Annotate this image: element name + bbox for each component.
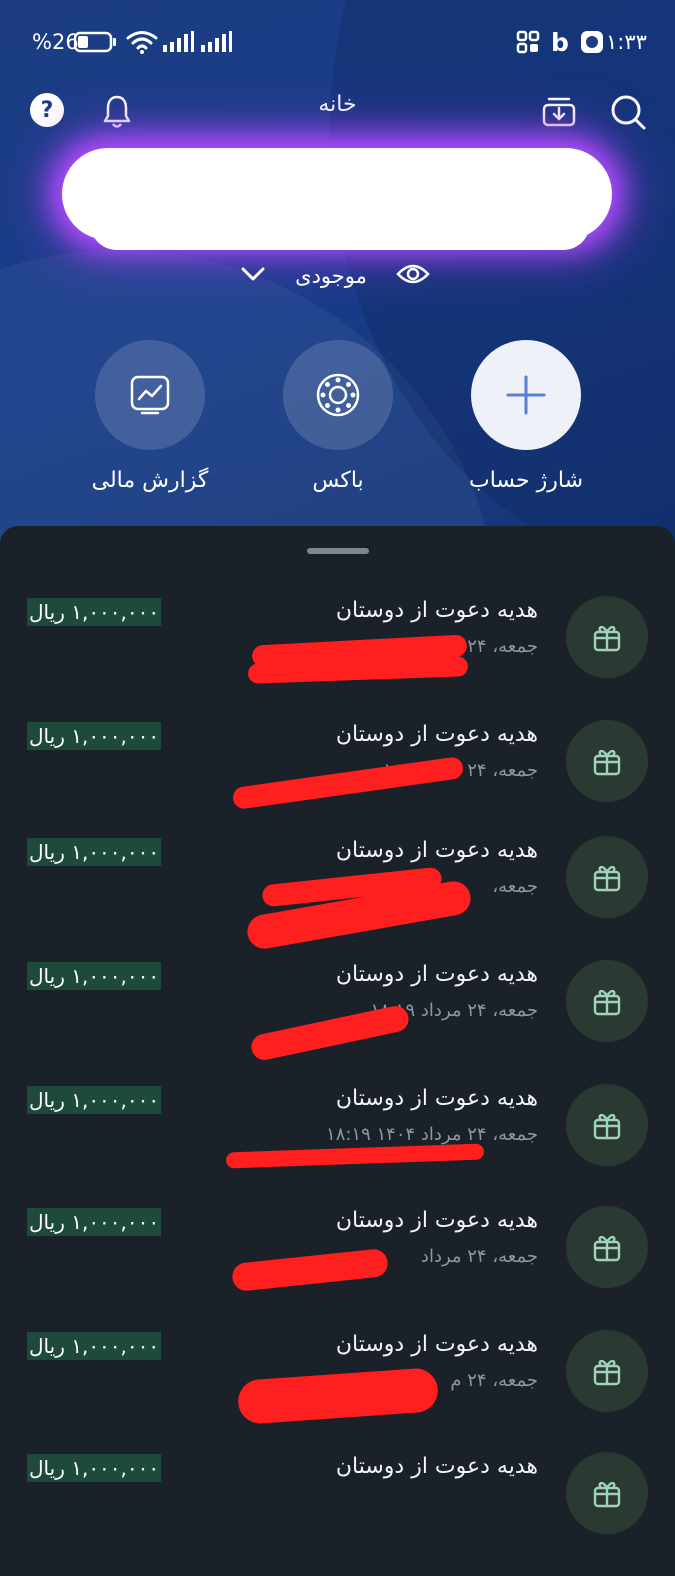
download-statement-icon[interactable] xyxy=(540,92,578,130)
transaction-date: جمعه، xyxy=(492,876,538,897)
gift-icon xyxy=(566,1452,648,1534)
transaction-amount: ۱,۰۰۰,۰۰۰ ریال xyxy=(27,598,162,626)
grid-app-icon xyxy=(516,22,540,62)
transaction-row[interactable]: هدیه دعوت از دوستان ۱,۰۰۰,۰۰۰ ریال xyxy=(0,1452,675,1576)
transaction-row[interactable]: هدیه دعوت از دوستان جمعه، ۲۴ م ۱,۰۰۰,۰۰۰… xyxy=(0,596,675,720)
gift-icon xyxy=(566,720,648,802)
transaction-title: هدیه دعوت از دوستان xyxy=(335,1208,538,1233)
status-bar: %26 b ۱:۳۳ xyxy=(0,22,675,62)
transaction-title: هدیه دعوت از دوستان xyxy=(335,1086,538,1111)
clock: ۱:۳۳ xyxy=(606,30,647,54)
transaction-row[interactable]: هدیه دعوت از دوستان جمعه، ۲۴ مرداد ۱۸:۱۹… xyxy=(0,960,675,1084)
redaction-mark xyxy=(249,1003,411,1063)
redaction-mark xyxy=(231,755,465,811)
gift-icon xyxy=(566,1206,648,1288)
transaction-title: هدیه دعوت از دوستان xyxy=(335,598,538,623)
battery-percent: %26 xyxy=(32,30,79,54)
sheet-drag-handle[interactable] xyxy=(307,548,369,554)
box-button[interactable]: باکس xyxy=(268,340,408,493)
transaction-title: هدیه دعوت از دوستان xyxy=(335,1332,538,1357)
transaction-amount: ۱,۰۰۰,۰۰۰ ریال xyxy=(27,838,162,866)
box-icon[interactable] xyxy=(283,340,393,450)
charge-account-label: شارژ حساب xyxy=(468,468,584,493)
balance-toggle[interactable]: موجودی xyxy=(240,258,430,294)
transaction-title: هدیه دعوت از دوستان xyxy=(335,962,538,987)
transaction-date: جمعه، ۲۴ م xyxy=(450,1370,538,1391)
transaction-row[interactable]: هدیه دعوت از دوستان جمعه، ۲۴ مرد ۱۸:۱۹ ۱… xyxy=(0,720,675,844)
financial-report-button[interactable]: گزارش مالی xyxy=(80,340,220,493)
chevron-down-icon[interactable] xyxy=(240,265,266,287)
transaction-date: جمعه، ۲۴ مرداد xyxy=(420,1246,538,1267)
gift-icon xyxy=(566,596,648,678)
transaction-amount: ۱,۰۰۰,۰۰۰ ریال xyxy=(27,1332,162,1360)
hero-header: %26 b ۱:۳۳ ? خانه موجودی شارژ حساب باکس … xyxy=(0,0,675,560)
transaction-row[interactable]: هدیه دعوت از دوستان جمعه، ۲۴ مرداد ۱,۰۰۰… xyxy=(0,1206,675,1330)
gift-icon xyxy=(566,836,648,918)
transaction-amount: ۱,۰۰۰,۰۰۰ ریال xyxy=(27,1086,162,1114)
box-label: باکس xyxy=(312,468,364,493)
gift-icon xyxy=(566,1330,648,1412)
eye-icon[interactable] xyxy=(396,262,430,290)
transaction-row[interactable]: هدیه دعوت از دوستان جمعه، ۲۴ مرداد ۱۴۰۴ … xyxy=(0,1084,675,1208)
transaction-amount: ۱,۰۰۰,۰۰۰ ریال xyxy=(27,962,162,990)
gift-icon xyxy=(566,960,648,1042)
signal-icon xyxy=(162,22,194,62)
transaction-amount: ۱,۰۰۰,۰۰۰ ریال xyxy=(27,1208,162,1236)
signal-icon xyxy=(200,22,232,62)
transaction-title: هدیه دعوت از دوستان xyxy=(335,722,538,747)
gift-icon xyxy=(566,1084,648,1166)
redaction-mark xyxy=(225,1143,485,1169)
notification-app-icon xyxy=(580,22,604,62)
app-b-icon: b xyxy=(551,27,569,57)
transaction-amount: ۱,۰۰۰,۰۰۰ ریال xyxy=(27,1454,162,1482)
balance-label: موجودی xyxy=(295,264,367,288)
wifi-icon xyxy=(126,22,158,62)
transaction-title: هدیه دعوت از دوستان xyxy=(335,1454,538,1479)
chart-icon[interactable] xyxy=(95,340,205,450)
battery-icon xyxy=(74,22,118,62)
transaction-row[interactable]: هدیه دعوت از دوستان جمعه، ۱,۰۰۰,۰۰۰ ریال xyxy=(0,836,675,960)
redacted-account-name xyxy=(90,196,590,250)
search-icon[interactable] xyxy=(608,92,648,132)
plus-icon[interactable] xyxy=(471,340,581,450)
transaction-title: هدیه دعوت از دوستان xyxy=(335,838,538,863)
transaction-amount: ۱,۰۰۰,۰۰۰ ریال xyxy=(27,722,162,750)
transaction-date: جمعه، ۲۴ مرداد ۱۴۰۴ ۱۸:۱۹ xyxy=(326,1124,538,1145)
redaction-mark xyxy=(230,1247,390,1293)
redaction-mark xyxy=(236,1367,440,1425)
financial-report-label: گزارش مالی xyxy=(91,468,209,493)
charge-account-button[interactable]: شارژ حساب xyxy=(456,340,596,493)
transaction-row[interactable]: هدیه دعوت از دوستان جمعه، ۲۴ م ۱,۰۰۰,۰۰۰… xyxy=(0,1330,675,1454)
